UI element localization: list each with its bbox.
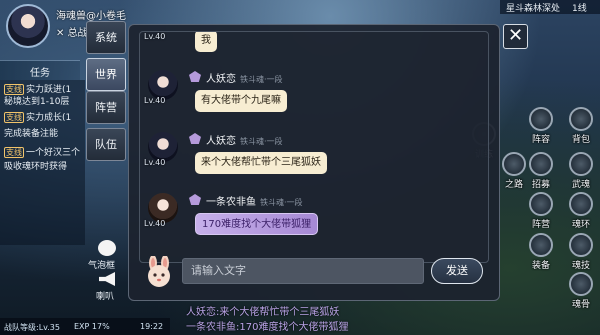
task-row[interactable]: 支线 实力成长(1 — [4, 110, 84, 123]
chat-message-list[interactable]: Lv.40 我 Lv.40 人妖恋 铁斗魂·一段 有大佬带个九尾嘛 Lv.40 人… — [139, 31, 489, 263]
lineup-button[interactable]: 阵容 — [525, 107, 557, 147]
player-name: 海魂兽@小卷毛 — [56, 11, 126, 22]
message-bubble[interactable]: 我 — [195, 32, 217, 52]
exp-percent: EXP 17% — [74, 322, 110, 331]
chat-message: Lv.40 人妖恋 铁斗魂·一段 有大佬带个九尾嘛 — [140, 68, 480, 128]
chat-panel: Lv.40 我 Lv.40 人妖恋 铁斗魂·一段 有大佬带个九尾嘛 Lv.40 人… — [128, 24, 500, 301]
recruit-icon — [529, 152, 553, 176]
rank-icon — [189, 133, 201, 144]
task-row: 完成装备注能 — [4, 129, 59, 139]
horn-icon — [99, 272, 115, 286]
camp-button[interactable]: 阵营 — [525, 192, 557, 232]
lineup-icon — [529, 107, 553, 131]
send-button[interactable]: 发送 — [431, 258, 483, 284]
soul-ring-icon — [569, 192, 593, 216]
martial-soul-icon — [569, 152, 593, 176]
close-button[interactable]: ✕ — [503, 24, 528, 49]
task-list[interactable]: 支线 实力跃进(1 秘境达到1-10层 支线 实力成长(1 完成装备注能 支线 一个好… — [0, 80, 85, 245]
chat-message: Lv.40 一条农非鱼 铁斗魂·一段 170难度找个大佬带狐狸 — [140, 191, 480, 251]
rabbit-mascot-icon — [148, 256, 170, 287]
recruit-button[interactable]: 招募 — [525, 152, 557, 192]
sender-name[interactable]: 人妖恋 铁斗魂·一段 — [206, 70, 283, 85]
task-panel-header[interactable]: 任务 — [0, 60, 80, 80]
chat-message: Lv.40 我 — [140, 32, 480, 58]
task-row[interactable]: 支线 一个好汉三个 — [4, 145, 84, 158]
soul-skill-icon — [569, 233, 593, 257]
rank-icon — [189, 194, 201, 205]
tab-world[interactable]: 世界 — [86, 58, 126, 91]
player-power-label: ✕ 总战 — [56, 28, 88, 39]
tab-camp[interactable]: 阵营 — [86, 91, 126, 124]
tab-team[interactable]: 队伍 — [86, 128, 126, 161]
chat-ticker-line[interactable]: 一条农非鱼:170难度找个大佬带狐狸 — [186, 318, 446, 333]
equipment-icon — [529, 233, 553, 257]
tab-system[interactable]: 系统 — [86, 21, 126, 54]
bag-button[interactable]: 背包 — [565, 107, 597, 147]
rank-icon — [189, 71, 201, 82]
sender-name[interactable]: 人妖恋 铁斗魂·一段 — [206, 132, 283, 147]
chat-message: Lv.40 人妖恋 铁斗魂·一段 来个大佬帮忙带个三尾狐妖 — [140, 130, 480, 190]
soul-bone-button[interactable]: 魂骨 — [565, 272, 597, 312]
chat-input[interactable]: 请输入文字 — [182, 258, 424, 284]
equipment-button[interactable]: 装备 — [525, 233, 557, 273]
soul-ring-button[interactable]: 魂环 — [565, 192, 597, 232]
camp-icon — [529, 192, 553, 216]
message-bubble[interactable]: 有大佬带个九尾嘛 — [195, 90, 287, 112]
player-avatar[interactable] — [6, 4, 50, 48]
task-row: 秘境达到1-10层 — [4, 97, 70, 107]
task-header-label: 任务 — [30, 68, 50, 79]
map-location: 星斗森林深处 — [506, 4, 561, 14]
bubble-frame-button[interactable]: 气泡框 — [84, 240, 130, 271]
message-bubble[interactable]: 170难度找个大佬带狐狸 — [195, 213, 319, 235]
team-level: 战队等级:Lv.35 — [4, 323, 60, 332]
map-line: 1线 — [572, 4, 587, 14]
status-bar: 战队等级:Lv.35 EXP 17% 19:22 — [0, 318, 170, 335]
sender-name[interactable]: 一条农非鱼 铁斗魂·一段 — [206, 193, 303, 208]
soul-skill-button[interactable]: 魂技 — [565, 233, 597, 273]
horn-button[interactable]: 喇叭 — [84, 272, 130, 302]
map-info-bar[interactable]: 星斗森林深处 1线 — [500, 0, 600, 14]
chat-ticker-line[interactable]: 人妖恋:来个大佬帮忙带个三尾狐妖 — [186, 303, 446, 318]
bag-icon — [569, 107, 593, 131]
chat-bubble-icon — [98, 240, 116, 256]
clock: 19:22 — [140, 322, 164, 331]
task-row: 吸收魂环时获得 — [4, 162, 68, 172]
martial-soul-button[interactable]: 武魂 — [565, 152, 597, 192]
message-bubble[interactable]: 来个大佬帮忙带个三尾狐妖 — [195, 152, 327, 174]
road-icon — [502, 152, 526, 176]
close-small-icon: ✕ — [56, 28, 68, 39]
soul-bone-icon — [569, 272, 593, 296]
